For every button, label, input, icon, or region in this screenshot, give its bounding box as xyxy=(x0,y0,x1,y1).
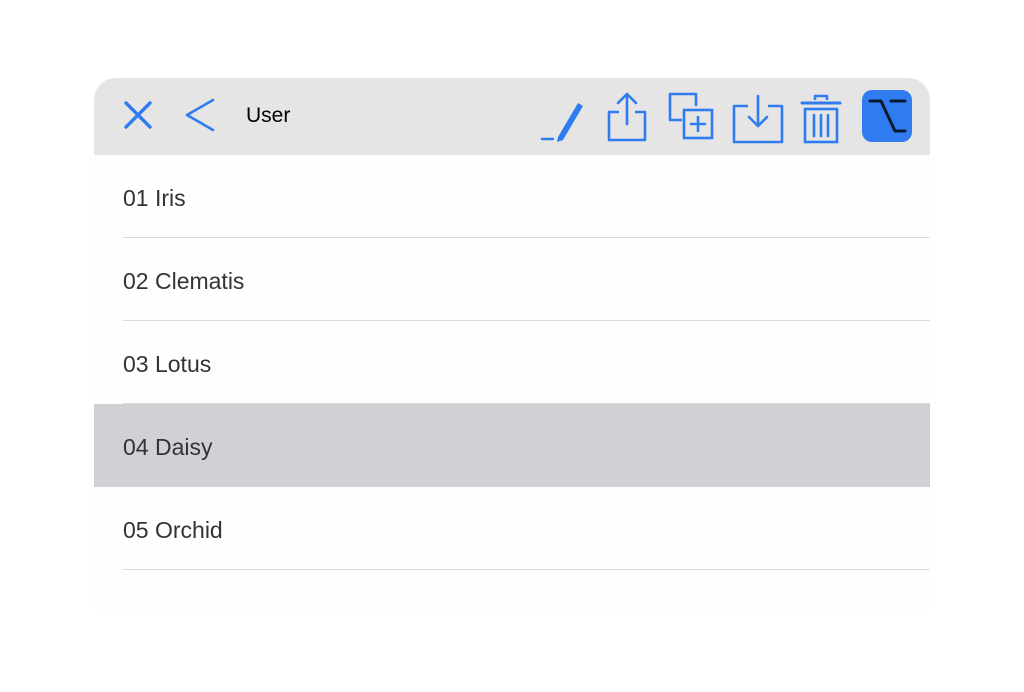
list-item-label: 04 Daisy xyxy=(123,434,213,460)
list-item[interactable]: 05 Orchid xyxy=(94,487,930,570)
delete-button[interactable] xyxy=(800,94,842,144)
toolbar-title: User xyxy=(246,104,291,127)
duplicate-button[interactable] xyxy=(666,90,718,142)
list-item-label: 05 Orchid xyxy=(123,517,223,543)
list-item[interactable]: 02 Clematis xyxy=(94,238,930,321)
chevron-left-icon xyxy=(185,98,215,132)
divider xyxy=(123,569,930,570)
list-item-label: 03 Lotus xyxy=(123,351,212,377)
list-item-label: 02 Clematis xyxy=(123,268,245,294)
pencil-icon xyxy=(540,103,583,142)
list-item-selected[interactable]: 04 Daisy xyxy=(94,404,930,487)
duplicate-icon xyxy=(668,92,714,140)
patch-list-panel: User 01 Iris 02 Clematis 03 Lotus 04 Dai… xyxy=(94,78,930,610)
list-item[interactable]: 01 Iris xyxy=(94,155,930,238)
export-button[interactable] xyxy=(604,90,650,144)
import-button[interactable] xyxy=(730,94,786,146)
share-icon xyxy=(607,92,647,142)
patch-list: 01 Iris 02 Clematis 03 Lotus 04 Daisy 05… xyxy=(94,155,930,570)
list-item-label: 01 Iris xyxy=(123,185,186,211)
import-tray-icon xyxy=(732,94,784,144)
back-button[interactable] xyxy=(182,95,218,135)
close-icon xyxy=(124,101,152,129)
trash-icon xyxy=(800,94,842,144)
option-button[interactable] xyxy=(862,90,912,142)
list-item[interactable]: 03 Lotus xyxy=(94,321,930,404)
toolbar: User xyxy=(94,78,930,155)
close-button[interactable] xyxy=(120,97,156,133)
option-key-icon xyxy=(868,99,907,133)
edit-button[interactable] xyxy=(540,98,586,142)
